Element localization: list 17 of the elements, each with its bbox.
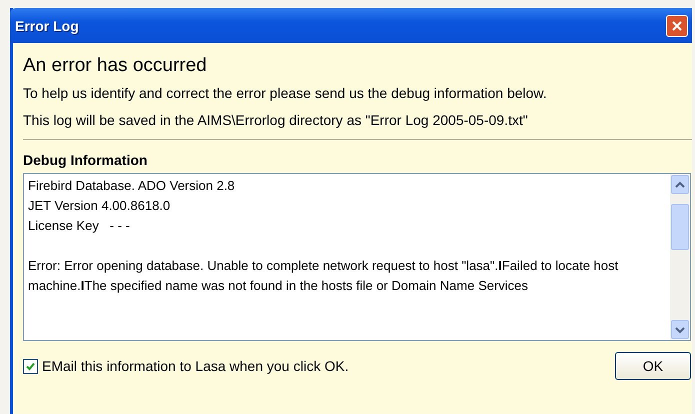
message-text: To help us identify and correct the error please send us the debug information below. bbox=[23, 85, 548, 101]
message-text: This log will be saved in the AIMS\Errorlog directory as "Error Log 2005-05-09.txt" bbox=[23, 112, 529, 128]
log-text: Firebird Database. ADO Version 2.8 bbox=[28, 177, 236, 195]
error-heading: An error has occurred bbox=[23, 55, 208, 77]
ok-button[interactable]: OK bbox=[615, 352, 691, 380]
section-label: Debug Information bbox=[23, 152, 148, 168]
close-button[interactable] bbox=[666, 14, 688, 36]
checkbox-icon[interactable] bbox=[23, 358, 38, 374]
log-text: JET Version 4.00.8618.0 bbox=[28, 197, 172, 215]
close-icon[interactable] bbox=[671, 20, 683, 32]
vertical-scrollbar[interactable] bbox=[670, 174, 690, 340]
window-title: Error Log bbox=[15, 18, 79, 34]
error-details-text: Error: Error opening database. Unable to complete network request to host "lasa".IFailed to locate host machine.IThe specified name was not found in the hosts file or Domain Name Services bbox=[28, 257, 620, 295]
debug-log-field[interactable] bbox=[23, 173, 691, 341]
scroll-down-icon[interactable] bbox=[675, 326, 685, 334]
scroll-up-icon[interactable] bbox=[675, 180, 685, 188]
log-text: License Key - - - bbox=[28, 217, 131, 235]
